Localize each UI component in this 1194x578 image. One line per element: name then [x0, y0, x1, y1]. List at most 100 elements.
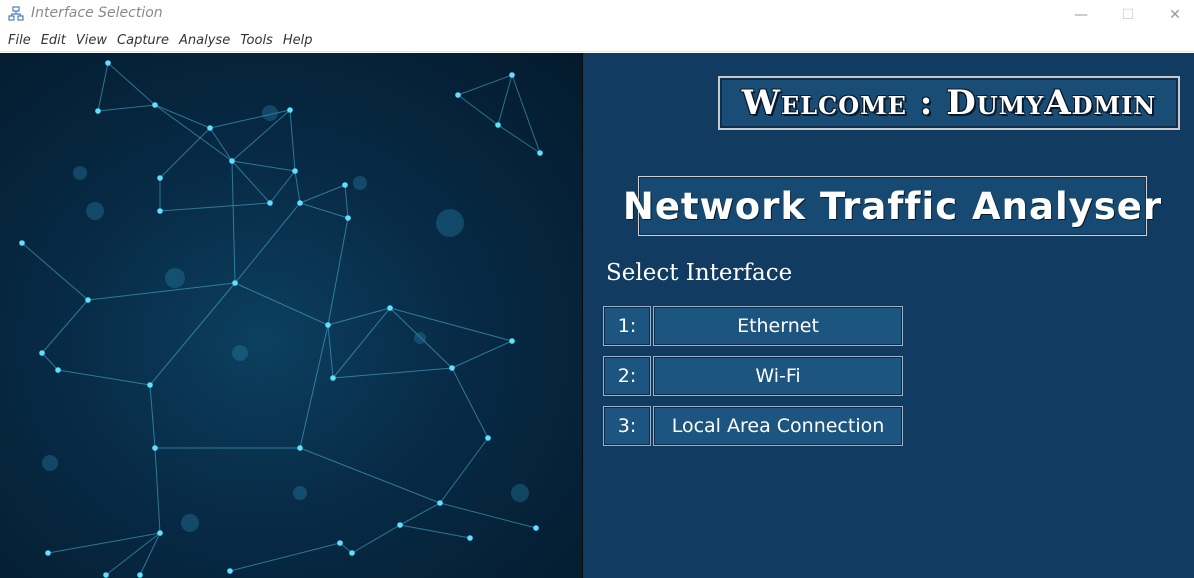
menu-capture[interactable]: Capture	[113, 33, 173, 48]
menu-view[interactable]: View	[72, 33, 111, 48]
main-panel: Welcome : DumyAdmin Network Traffic Anal…	[583, 53, 1194, 578]
app-title: Network Traffic Analyser	[622, 184, 1163, 228]
network-edge	[234, 202, 301, 284]
network-edge	[511, 74, 541, 154]
interface-ethernet-button[interactable]: Ethernet	[653, 306, 903, 346]
network-edge	[87, 282, 236, 301]
maximize-button[interactable]: ☐	[1105, 0, 1151, 30]
network-node	[437, 500, 443, 506]
close-button[interactable]: ✕	[1152, 0, 1194, 30]
network-node	[287, 107, 293, 113]
network-edge	[107, 62, 156, 106]
network-node	[345, 215, 351, 221]
network-node	[152, 102, 158, 108]
network-node	[509, 72, 515, 78]
network-node	[85, 297, 91, 303]
network-node	[267, 200, 273, 206]
interface-number: 3:	[603, 406, 651, 446]
network-bokeh	[293, 486, 307, 500]
menu-tools[interactable]: Tools	[236, 33, 277, 48]
network-node	[537, 150, 543, 156]
network-edge	[439, 437, 489, 504]
network-edge	[299, 324, 329, 449]
network-node	[495, 122, 501, 128]
network-node	[157, 530, 163, 536]
network-edge	[389, 307, 513, 342]
network-node	[342, 182, 348, 188]
network-edge	[344, 184, 349, 219]
minimize-icon: —	[1074, 7, 1088, 23]
network-edge	[154, 104, 233, 162]
network-node	[157, 175, 163, 181]
network-bokeh	[165, 268, 185, 288]
network-bokeh	[86, 202, 104, 220]
network-edge	[457, 74, 513, 96]
interface-local-area-connection-button[interactable]: Local Area Connection	[653, 406, 903, 446]
network-edge	[299, 447, 441, 504]
network-node	[297, 200, 303, 206]
menu-file[interactable]: File	[4, 33, 35, 48]
network-background-image	[0, 53, 583, 578]
network-node	[207, 125, 213, 131]
menu-help[interactable]: Help	[279, 33, 317, 48]
network-edge	[47, 532, 161, 554]
network-edge	[399, 524, 471, 539]
network-edge	[289, 109, 296, 172]
network-bokeh	[353, 176, 367, 190]
network-edge	[97, 62, 109, 112]
network-edge	[451, 340, 513, 369]
network-node	[449, 365, 455, 371]
network-edge	[139, 532, 161, 576]
network-node	[485, 435, 491, 441]
menu-analyse[interactable]: Analyse	[175, 33, 234, 48]
network-node	[152, 445, 158, 451]
interface-number: 1:	[603, 306, 651, 346]
network-edge	[332, 307, 391, 379]
network-node	[39, 350, 45, 356]
network-node	[349, 550, 355, 556]
interface-number: 2:	[603, 356, 651, 396]
network-edge	[149, 384, 156, 449]
network-edge	[332, 367, 453, 379]
network-node	[137, 572, 143, 578]
network-edge	[269, 170, 296, 204]
network-node	[325, 322, 331, 328]
network-edge	[97, 104, 156, 112]
interface-row: 2: Wi-Fi	[603, 356, 903, 396]
network-node	[397, 522, 403, 528]
interface-wifi-button[interactable]: Wi-Fi	[653, 356, 903, 396]
network-node	[337, 540, 343, 546]
menu-bar: File Edit View Capture Analyse Tools Hel…	[0, 30, 1194, 52]
network-node	[533, 525, 539, 531]
app-title-banner: Network Traffic Analyser	[623, 176, 1161, 236]
network-app-icon	[8, 6, 24, 22]
network-edge	[327, 307, 391, 326]
network-bokeh	[42, 455, 58, 471]
network-edge	[299, 184, 346, 204]
network-edge	[231, 160, 271, 204]
network-node	[55, 367, 61, 373]
menu-edit[interactable]: Edit	[37, 33, 70, 48]
maximize-icon: ☐	[1121, 7, 1135, 23]
network-node	[387, 305, 393, 311]
network-node	[330, 375, 336, 381]
interface-row: 1: Ethernet	[603, 306, 903, 346]
network-edge	[327, 324, 334, 379]
network-edge	[351, 524, 401, 554]
network-graphic	[19, 60, 543, 578]
network-node	[95, 108, 101, 114]
network-node	[455, 92, 461, 98]
network-bokeh	[232, 345, 248, 361]
network-edge	[439, 502, 537, 529]
network-edge	[327, 217, 349, 326]
network-edge	[209, 127, 233, 162]
welcome-banner: Welcome : DumyAdmin	[718, 76, 1180, 130]
window-title: Interface Selection	[31, 5, 163, 21]
network-edge	[451, 367, 489, 439]
network-edge	[234, 282, 329, 326]
network-bokeh	[511, 484, 529, 502]
minimize-button[interactable]: —	[1058, 0, 1104, 30]
network-edge	[294, 170, 301, 204]
network-bokeh	[262, 105, 278, 121]
network-node	[229, 158, 235, 164]
